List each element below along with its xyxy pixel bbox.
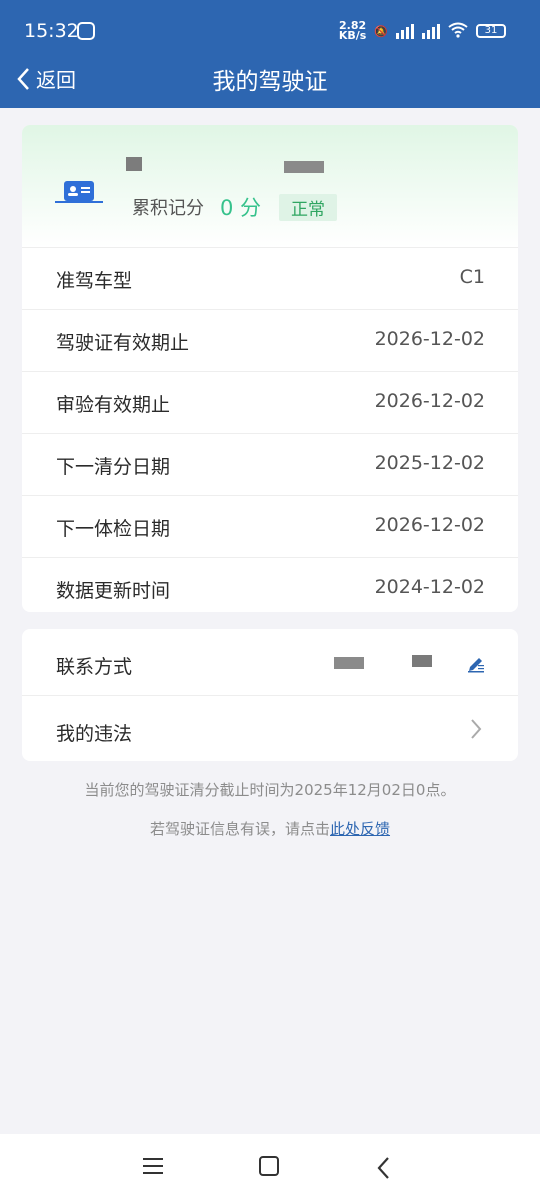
license-card: 累积记分 0 分 正常 准驾车型 C1 驾驶证有效期止 2026-12-02 审… [22,125,518,612]
signal-icon [396,23,414,39]
detail-row-license-expiry: 驾驶证有效期止 2026-12-02 [22,309,518,371]
detail-value: 2025-12-02 [374,452,485,474]
license-card-icon [55,181,103,203]
detail-row-next-clear-date: 下一清分日期 2025-12-02 [22,433,518,495]
home-icon[interactable] [259,1156,279,1176]
menu-icon[interactable] [143,1158,163,1179]
system-nav-bar [0,1134,540,1200]
detail-value: 2026-12-02 [374,514,485,536]
edit-icon[interactable] [466,653,486,673]
status-time: 15:32 [24,20,79,42]
detail-value: 2024-12-02 [374,576,485,598]
network-speed: 2.82 KB/s [338,19,367,42]
status-indicators: 2.82 KB/s 🔕 31 [339,20,506,42]
chevron-right-icon [471,719,482,739]
score-label: 累积记分 [132,198,204,219]
feedback-prefix: 若驾驶证信息有误，请点击 [149,820,330,838]
feedback-link[interactable]: 此处反馈 [330,820,390,838]
wifi-icon [448,22,468,41]
detail-value: 2026-12-02 [374,328,485,350]
detail-value: 2026-12-02 [374,390,485,412]
status-badge: 正常 [279,193,338,221]
violations-label: 我的违法 [56,723,133,745]
clear-deadline-notice: 当前您的驾驶证清分截止时间为2025年12月02日0点。 [84,781,456,799]
detail-label: 下一体检日期 [56,518,171,540]
detail-label: 下一清分日期 [56,456,171,478]
license-number-masked [284,161,324,173]
notification-app-icon [77,22,95,40]
back-icon[interactable] [376,1156,390,1180]
license-summary: 累积记分 0 分 正常 [22,125,518,247]
feedback-text: 若驾驶证信息有误，请点击此处反馈 [0,818,540,839]
phone-masked [334,657,364,669]
detail-value: C1 [459,266,485,288]
detail-row-next-checkup-date: 下一体检日期 2026-12-02 [22,495,518,557]
contact-card: 联系方式 我的违法 [22,629,518,761]
page-title: 我的驾驶证 [212,69,328,95]
contact-label: 联系方式 [56,656,133,678]
detail-row-data-updated: 数据更新时间 2024-12-02 [22,557,518,612]
score-value: 0 分 [220,196,262,220]
signal-icon-2 [422,23,440,39]
detail-row-review-expiry: 审验有效期止 2026-12-02 [22,371,518,433]
app-header: 15:32 2.82 KB/s 🔕 31 返回 我的驾驶证 [0,0,540,108]
contact-row[interactable]: 联系方式 [22,629,518,695]
detail-label: 准驾车型 [56,270,133,292]
battery-icon: 31 [476,24,506,38]
score-row: 累积记分 0 分 正常 [132,192,338,222]
mute-icon: 🔕 [374,24,388,38]
violations-row[interactable]: 我的违法 [22,695,518,761]
detail-label: 审验有效期止 [56,394,171,416]
detail-label: 数据更新时间 [56,580,171,602]
detail-label: 驾驶证有效期止 [56,332,190,354]
license-holder-name-masked [126,157,142,171]
phone-masked-2 [412,655,432,667]
detail-row-vehicle-class: 准驾车型 C1 [22,247,518,309]
